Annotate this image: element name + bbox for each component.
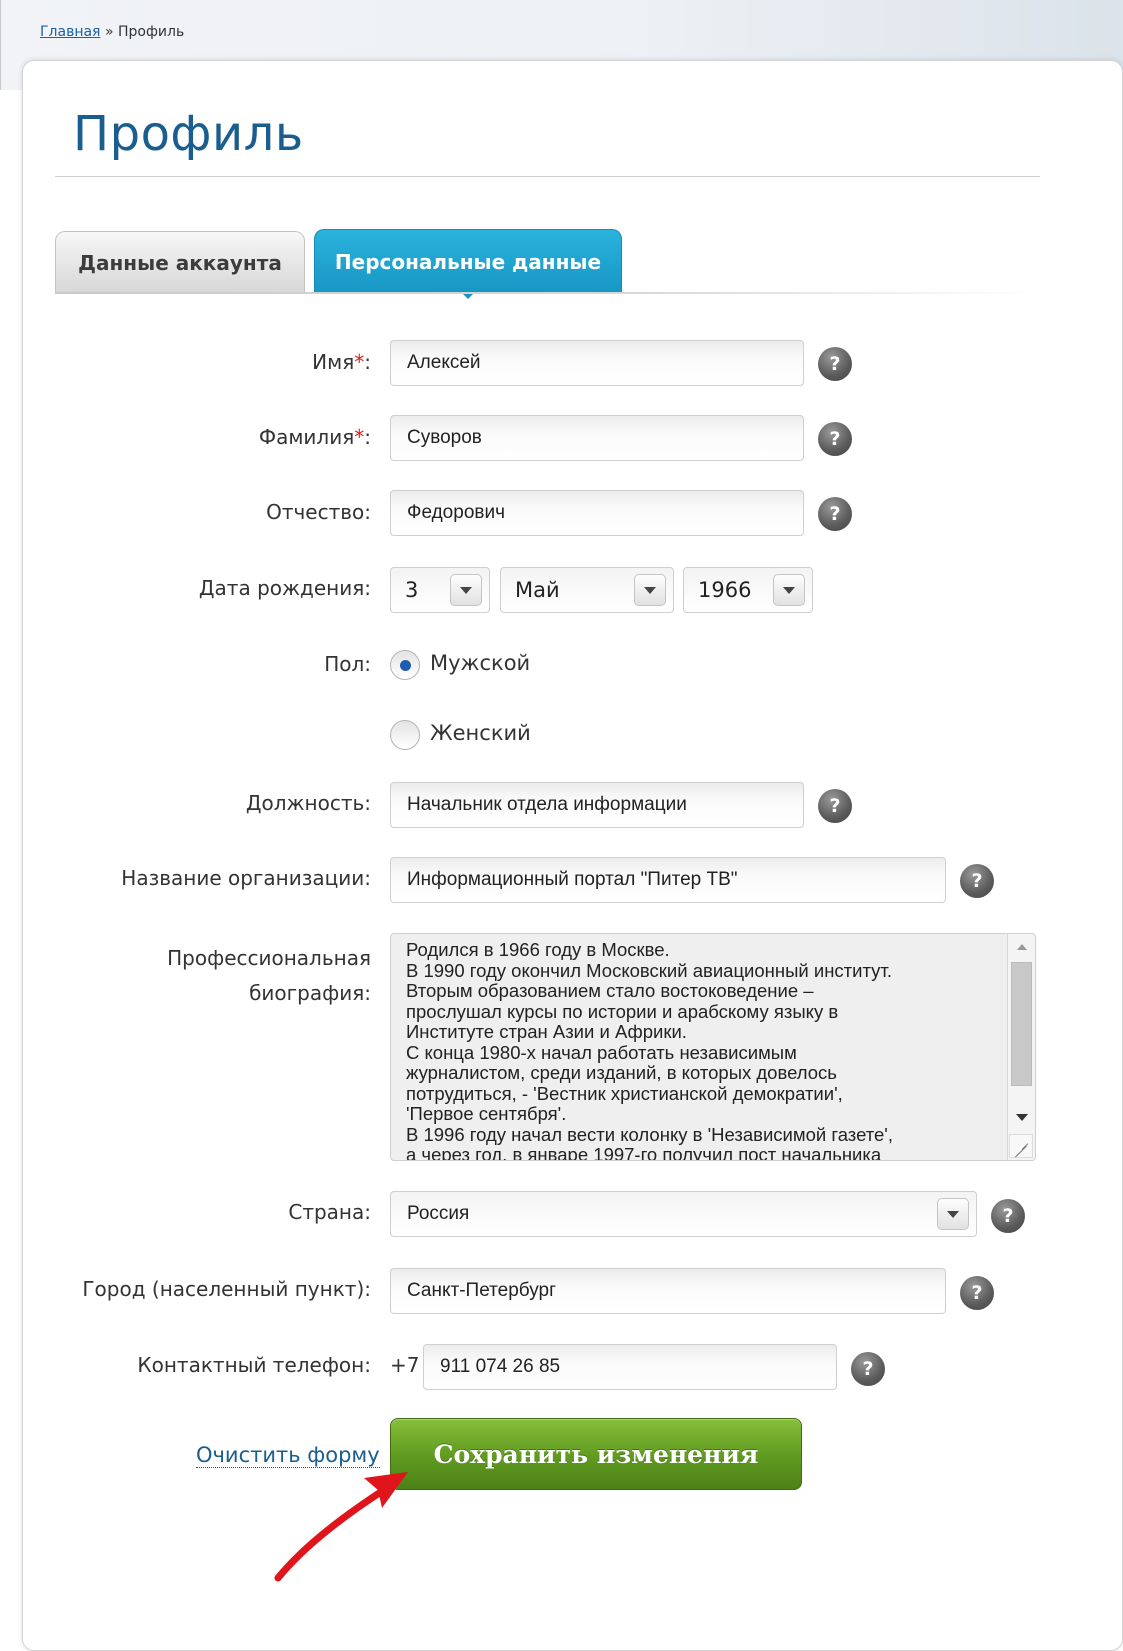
birth-month-select[interactable]: Май bbox=[500, 567, 674, 613]
required-mark: * bbox=[354, 350, 365, 374]
chevron-down-icon[interactable] bbox=[634, 574, 666, 606]
country-select[interactable]: Россия bbox=[390, 1191, 977, 1237]
biography-scrollbar[interactable] bbox=[1007, 934, 1035, 1160]
patronymic-label: Отчество: bbox=[266, 500, 371, 524]
patronymic-input[interactable]: Федорович bbox=[390, 490, 804, 536]
chevron-down-icon[interactable] bbox=[773, 574, 805, 606]
red-arrow-annotation-icon bbox=[274, 1472, 408, 1582]
save-changes-button[interactable]: Сохранить изменения bbox=[390, 1418, 802, 1490]
biography-textarea[interactable]: Родился в 1966 году в Москве. В 1990 год… bbox=[390, 933, 1036, 1161]
title-divider bbox=[55, 176, 1040, 177]
city-input[interactable]: Санкт-Петербург bbox=[390, 1268, 946, 1314]
page-title: Профиль bbox=[73, 106, 304, 162]
country-help-icon[interactable]: ? bbox=[991, 1199, 1025, 1233]
first-name-input[interactable]: Алексей bbox=[390, 340, 804, 386]
country-value: Россия bbox=[407, 1203, 470, 1224]
last-name-help-icon[interactable]: ? bbox=[818, 422, 852, 456]
birth-year-select[interactable]: 1966 bbox=[683, 567, 813, 613]
first-name-label: Имя*: bbox=[312, 350, 371, 374]
gender-female-label[interactable]: Женский bbox=[430, 721, 531, 745]
birth-day-select[interactable]: 3 bbox=[390, 567, 490, 613]
phone-input[interactable]: 911 074 26 85 bbox=[423, 1344, 837, 1390]
profile-panel bbox=[22, 60, 1123, 1651]
biography-text: Родился в 1966 году в Москве. В 1990 год… bbox=[406, 939, 893, 1161]
chevron-down-icon[interactable] bbox=[450, 574, 482, 606]
city-label: Город (населенный пункт): bbox=[82, 1277, 371, 1301]
breadcrumb-current: Профиль bbox=[117, 24, 185, 40]
tab-divider bbox=[55, 292, 1040, 294]
chevron-down-icon[interactable] bbox=[937, 1198, 969, 1230]
tab-personal-data[interactable]: Персональные данные bbox=[314, 229, 622, 293]
scroll-down-icon[interactable] bbox=[1016, 1114, 1028, 1121]
required-mark: * bbox=[354, 425, 365, 449]
phone-prefix: +7 bbox=[390, 1353, 420, 1377]
last-name-input[interactable]: Суворов bbox=[390, 415, 804, 461]
gender-male-radio[interactable] bbox=[390, 650, 420, 680]
scrollbar-thumb[interactable] bbox=[1011, 962, 1032, 1086]
phone-label: Контактный телефон: bbox=[137, 1353, 371, 1377]
birth-month-value: Май bbox=[515, 578, 560, 602]
biography-label: Профессиональная биография: bbox=[167, 946, 371, 1005]
gender-female-radio[interactable] bbox=[390, 720, 420, 750]
organization-input[interactable]: Информационный портал "Питер ТВ" bbox=[390, 857, 946, 903]
gender-label: Пол: bbox=[324, 652, 371, 676]
birth-date-label: Дата рождения: bbox=[198, 576, 371, 600]
breadcrumb-home-link[interactable]: Главная bbox=[40, 24, 100, 40]
scroll-up-icon[interactable] bbox=[1017, 944, 1027, 950]
breadcrumb: Главная » Профиль bbox=[40, 24, 184, 40]
position-help-icon[interactable]: ? bbox=[818, 789, 852, 823]
gender-male-label[interactable]: Мужской bbox=[430, 651, 530, 675]
patronymic-help-icon[interactable]: ? bbox=[818, 497, 852, 531]
organization-label: Название организации: bbox=[121, 866, 371, 890]
birth-year-value: 1966 bbox=[698, 578, 752, 602]
tab-account-data[interactable]: Данные аккаунта bbox=[55, 231, 305, 293]
country-label: Страна: bbox=[288, 1200, 371, 1224]
first-name-help-icon[interactable]: ? bbox=[818, 347, 852, 381]
resize-handle-icon[interactable] bbox=[1009, 1134, 1033, 1158]
phone-help-icon[interactable]: ? bbox=[851, 1352, 885, 1386]
organization-help-icon[interactable]: ? bbox=[960, 864, 994, 898]
birth-day-value: 3 bbox=[405, 578, 419, 602]
last-name-label: Фамилия*: bbox=[258, 425, 371, 449]
breadcrumb-separator: » bbox=[104, 24, 114, 40]
city-help-icon[interactable]: ? bbox=[960, 1276, 994, 1310]
position-input[interactable]: Начальник отдела информации bbox=[390, 782, 804, 828]
position-label: Должность: bbox=[245, 791, 371, 815]
